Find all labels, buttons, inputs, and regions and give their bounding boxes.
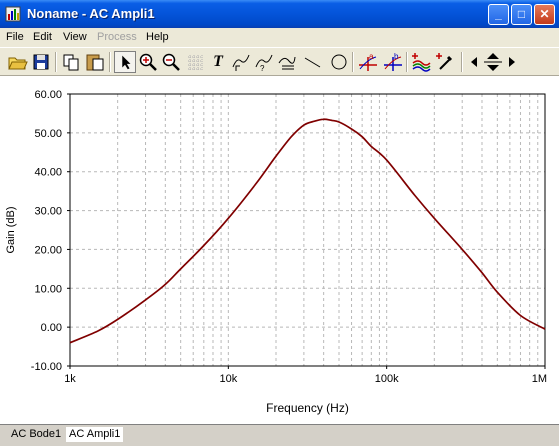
grid-icon[interactable]	[184, 51, 206, 73]
y-tick-label: 10.00	[34, 283, 62, 295]
menu-view[interactable]: View	[63, 31, 87, 43]
arrow-updown-icon[interactable]	[481, 51, 505, 73]
text-icon[interactable]: T	[207, 51, 229, 73]
copy-icon[interactable]	[60, 51, 82, 73]
y-tick-label: -10.00	[31, 361, 62, 373]
marker-b-icon[interactable]: b	[382, 51, 404, 73]
tab-ac-ampli1[interactable]: AC Ampli1	[66, 427, 124, 442]
arrow-right-icon[interactable]	[505, 51, 519, 73]
menu-process[interactable]: Process	[97, 31, 137, 43]
svg-text:b: b	[394, 52, 399, 61]
marker-a-icon[interactable]: a	[357, 51, 379, 73]
y-tick-label: 0.00	[41, 322, 62, 334]
y-tick-label: 60.00	[34, 89, 62, 101]
menu-help[interactable]: Help	[146, 31, 169, 43]
curve-label-icon[interactable]	[276, 51, 298, 73]
cursor-a-icon[interactable]	[230, 51, 252, 73]
zoom-in-icon[interactable]	[137, 51, 159, 73]
toolbar-separator	[109, 52, 111, 72]
toolbar-separator	[352, 52, 354, 72]
x-tick-label: 1k	[64, 373, 76, 385]
select-arrow-icon[interactable]	[114, 51, 136, 73]
maximize-button[interactable]: □	[511, 4, 532, 25]
x-axis-label: Frequency (Hz)	[266, 401, 349, 415]
paste-icon[interactable]	[84, 51, 106, 73]
title-bar[interactable]: Noname - AC Ampli1 _ □ ✕	[0, 0, 559, 28]
pick-color-icon[interactable]	[434, 51, 456, 73]
y-tick-label: 30.00	[34, 206, 62, 218]
y-tick-label: 40.00	[34, 167, 62, 179]
app-window: Noname - AC Ampli1 _ □ ✕ File Edit View …	[0, 0, 559, 446]
y-axis-label: Gain (dB)	[5, 206, 17, 253]
line-icon[interactable]	[301, 51, 323, 73]
open-folder-icon[interactable]	[6, 51, 28, 73]
bode-chart[interactable]: -10.00 0.00 10.00 20.00 30.00 40.00 50.00 60.00…	[0, 76, 559, 424]
gain-curve[interactable]	[69, 118, 546, 344]
toolbar-separator	[406, 52, 408, 72]
svg-text:a: a	[369, 52, 374, 61]
toolbar-separator	[55, 52, 57, 72]
app-icon	[5, 6, 21, 22]
menu-file[interactable]: File	[6, 31, 24, 43]
window-title: Noname - AC Ampli1	[27, 6, 155, 21]
toolbar: T ? a b	[0, 47, 559, 76]
tab-ac-bode1[interactable]: AC Bode1	[8, 427, 64, 442]
x-tick-label: 1M	[532, 373, 547, 385]
toolbar-separator	[461, 52, 463, 72]
zoom-out-icon[interactable]	[160, 51, 182, 73]
menu-bar: File Edit View Process Help	[0, 28, 559, 47]
tab-bar: AC Bode1 AC Ampli1	[0, 424, 559, 446]
arrow-left-icon[interactable]	[467, 51, 481, 73]
circle-icon[interactable]	[328, 51, 350, 73]
menu-edit[interactable]: Edit	[33, 31, 52, 43]
svg-text:?: ?	[260, 64, 265, 73]
close-button[interactable]: ✕	[534, 4, 555, 25]
minimize-button[interactable]: _	[488, 4, 509, 25]
y-tick-label: 20.00	[34, 244, 62, 256]
cursor-b-icon[interactable]: ?	[253, 51, 275, 73]
plot-frame	[69, 93, 546, 367]
add-curves-icon[interactable]	[410, 51, 432, 73]
save-disk-icon[interactable]	[30, 51, 52, 73]
x-tick-label: 100k	[375, 373, 399, 385]
x-tick-label: 10k	[219, 373, 237, 385]
plot-area[interactable]: -10.00 0.00 10.00 20.00 30.00 40.00 50.00 60.00…	[0, 76, 559, 424]
y-tick-label: 50.00	[34, 128, 62, 140]
